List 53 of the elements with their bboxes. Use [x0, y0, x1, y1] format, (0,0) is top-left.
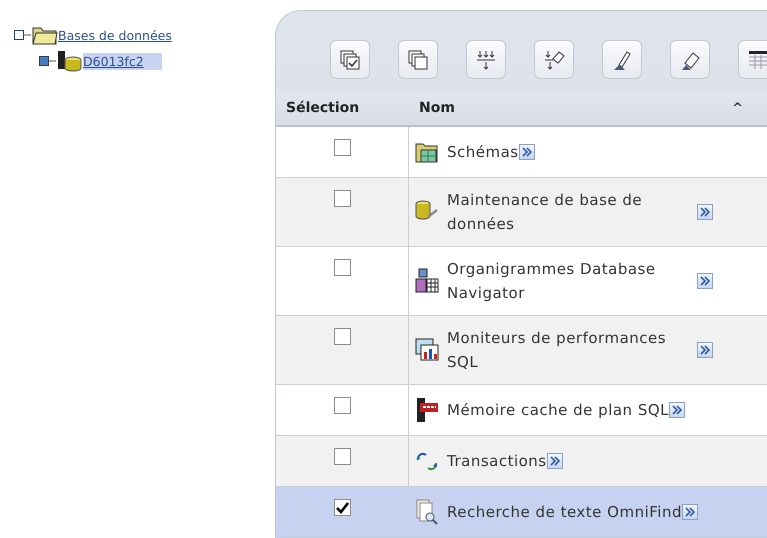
- double-arrow-icon: [550, 456, 560, 466]
- chart-window-icon: [415, 337, 439, 363]
- item-name[interactable]: Schémas: [447, 140, 519, 164]
- eraser-arrow-icon: [543, 48, 565, 70]
- item-name[interactable]: Moniteurs de performances SQL: [447, 326, 697, 374]
- toolbar-button[interactable]: [738, 40, 767, 79]
- checkbox[interactable]: [334, 397, 350, 414]
- toolbar-button[interactable]: [534, 40, 574, 79]
- double-arrow-icon: [700, 207, 710, 217]
- double-arrow-icon: [522, 147, 532, 157]
- toolbar-button[interactable]: [670, 40, 710, 79]
- item-name[interactable]: Recherche de texte OmniFind: [447, 500, 682, 524]
- folder-icon: [32, 25, 58, 45]
- menu-button[interactable]: [518, 144, 535, 160]
- tree-node-icon[interactable]: [39, 55, 57, 67]
- checkbox[interactable]: [334, 499, 350, 516]
- sql-chip-icon: [415, 397, 439, 423]
- checkbox[interactable]: [334, 448, 350, 465]
- menu-button[interactable]: [546, 453, 563, 469]
- toolbar-button[interactable]: [466, 40, 506, 79]
- pages-icon: [407, 48, 429, 70]
- arrows-down-icon: [475, 48, 497, 70]
- select-all-icon: [339, 48, 361, 70]
- tree-link[interactable]: D6013fc2: [83, 52, 162, 70]
- menu-button[interactable]: [697, 204, 713, 220]
- diagram-icon: [415, 268, 439, 294]
- double-arrow-icon: [685, 507, 695, 517]
- table-icon: [747, 48, 767, 70]
- item-name[interactable]: Transactions: [447, 449, 547, 473]
- double-arrow-icon: [700, 345, 710, 355]
- menu-button[interactable]: [669, 402, 686, 418]
- tree-node-icon[interactable]: [14, 29, 32, 41]
- document-search-icon: [415, 499, 439, 525]
- sort-indicator[interactable]: ^: [732, 100, 757, 116]
- checkbox[interactable]: [334, 190, 350, 207]
- column-header[interactable]: Nom ^: [409, 91, 767, 127]
- checkbox[interactable]: [334, 259, 350, 276]
- menu-button[interactable]: [697, 342, 713, 358]
- tree-link[interactable]: Bases de données: [58, 26, 190, 44]
- menu-button[interactable]: [697, 273, 713, 289]
- checkbox[interactable]: [334, 139, 350, 156]
- toolbar-button[interactable]: [398, 40, 438, 79]
- toolbar-button[interactable]: [602, 40, 642, 79]
- toolbar-button[interactable]: [330, 40, 370, 79]
- item-name[interactable]: Maintenance de base de données: [447, 188, 697, 236]
- menu-button[interactable]: [682, 504, 698, 520]
- item-name[interactable]: Mémoire cache de plan SQL: [447, 398, 670, 422]
- double-arrow-icon: [672, 405, 682, 415]
- double-arrow-icon: [700, 276, 710, 286]
- database-server-icon: [57, 50, 83, 72]
- column-header[interactable]: Sélection: [276, 91, 409, 127]
- item-name[interactable]: Organigrammes Database Navigator: [447, 257, 697, 305]
- checkbox[interactable]: [334, 328, 350, 345]
